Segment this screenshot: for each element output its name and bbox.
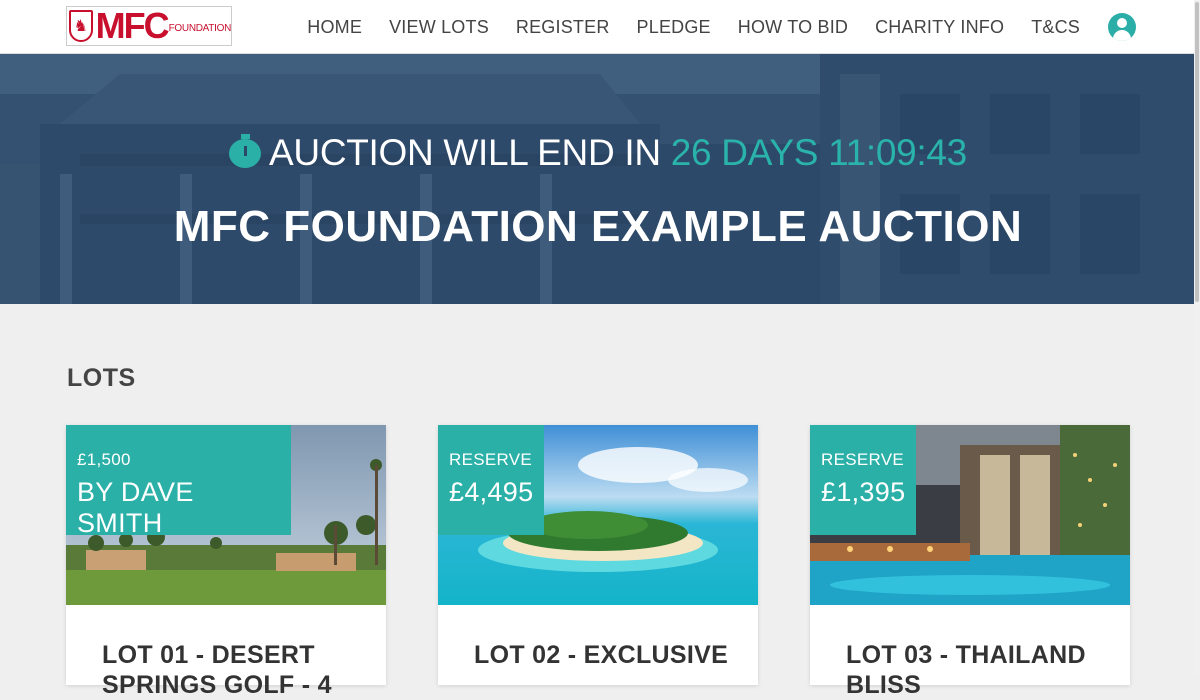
stadium-background-image: [0, 54, 1196, 304]
nav-view-lots[interactable]: VIEW LOTS: [389, 17, 489, 38]
lot-card[interactable]: RESERVE £1,395 LOT 03 - THAILAND BLISS: [810, 425, 1130, 699]
page-scrollbar[interactable]: [1194, 0, 1200, 677]
hero-banner: AUCTION WILL END IN 26 DAYS 11:09:43 MFC…: [0, 54, 1196, 304]
user-account-icon[interactable]: [1108, 13, 1136, 41]
badge-label: RESERVE: [449, 450, 533, 469]
lot-card[interactable]: £1,500 BY DAVE SMITH LOT 01 - DESERT SPR…: [66, 425, 386, 699]
countdown-prefix: AUCTION WILL END IN: [269, 132, 661, 173]
logo-text: MFC: [95, 5, 170, 46]
top-navbar: ♞ MFC FOUNDATION HOME VIEW LOTS REGISTER…: [0, 0, 1200, 54]
badge-value: BY DAVE SMITH: [77, 477, 194, 538]
badge-value: £4,495: [449, 477, 534, 507]
badge-value: £1,395: [821, 477, 906, 507]
lot-reserve-badge: RESERVE £4,495: [438, 425, 544, 535]
crest-icon: ♞: [69, 10, 93, 42]
lot-title[interactable]: LOT 01 - DESERT SPRINGS GOLF - 4: [102, 640, 362, 700]
stopwatch-icon: [229, 134, 262, 168]
lots-heading: LOTS: [67, 364, 136, 392]
badge-label: RESERVE: [821, 450, 905, 469]
auction-countdown: AUCTION WILL END IN 26 DAYS 11:09:43: [0, 132, 1196, 174]
auction-title: MFC FOUNDATION EXAMPLE AUCTION: [173, 202, 1023, 251]
badge-label: £1,500: [77, 450, 131, 469]
countdown-value: 26 DAYS 11:09:43: [670, 132, 968, 173]
mfc-foundation-logo[interactable]: ♞ MFC FOUNDATION: [66, 6, 232, 46]
nav-how-to-bid[interactable]: HOW TO BID: [738, 17, 848, 38]
scrollbar-thumb[interactable]: [1195, 2, 1199, 302]
lot-title[interactable]: LOT 03 - THAILAND BLISS: [846, 640, 1106, 700]
nav-tcs[interactable]: T&CS: [1031, 17, 1080, 38]
main-menu: HOME VIEW LOTS REGISTER PLEDGE HOW TO BI…: [307, 0, 1136, 54]
nav-home[interactable]: HOME: [307, 17, 362, 38]
nav-register[interactable]: REGISTER: [516, 17, 610, 38]
lot-card[interactable]: RESERVE £4,495 LOT 02 - EXCLUSIVE: [438, 425, 758, 685]
lot-price-badge: £1,500 BY DAVE SMITH: [66, 425, 291, 538]
nav-charity-info[interactable]: CHARITY INFO: [875, 17, 1004, 38]
nav-pledge[interactable]: PLEDGE: [637, 17, 711, 38]
lot-title[interactable]: LOT 02 - EXCLUSIVE: [474, 640, 734, 670]
logo-subtext: FOUNDATION: [168, 22, 232, 34]
lot-reserve-badge: RESERVE £1,395: [810, 425, 916, 535]
